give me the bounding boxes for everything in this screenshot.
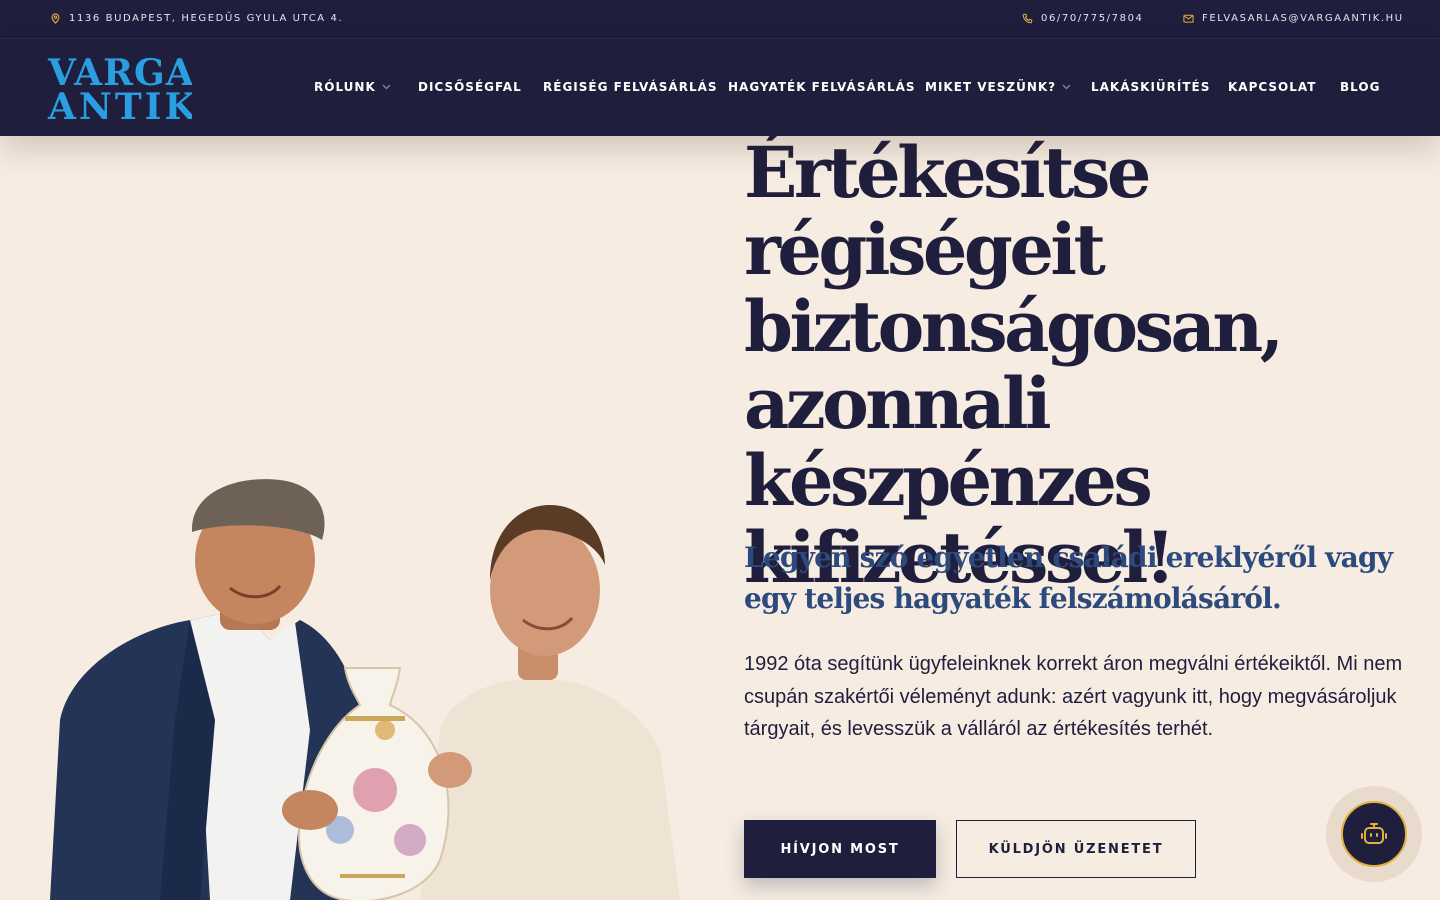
headline-line: régiségeit <box>744 208 1106 291</box>
nav-label[interactable]: RÉGISÉG FELVÁSÁRLÁS <box>543 80 718 94</box>
hero-subheadline: Legyen szó egyetlen családi ereklyéről v… <box>744 541 1393 615</box>
chevron-down-icon <box>382 84 391 90</box>
nav-item-miket-veszunk[interactable]: MIKET VESZÜNK? <box>925 80 1071 94</box>
svg-text:ANTIK: ANTIK <box>47 86 192 122</box>
headline-line: biztonságosan, <box>744 285 1284 368</box>
varga-antik-logo[interactable]: VARGA ANTIK <box>47 54 192 122</box>
nav-item-lakaskiurites[interactable]: LAKÁSKIÜRÍTÉS <box>1091 80 1210 94</box>
chatbot-button[interactable] <box>1341 801 1407 867</box>
chevron-down-icon <box>1062 84 1071 90</box>
nav-item-rolunk[interactable]: RÓLUNK <box>314 80 391 94</box>
top-info-bar: 1136 BUDAPEST, HEGEDŰS GYULA UTCA 4. 06/… <box>0 0 1440 38</box>
hero-headline: Értékesítse régiségeit biztonságosan, az… <box>744 134 1404 596</box>
nav-item-regiseg-felvasarlas[interactable]: RÉGISÉG FELVÁSÁRLÁS <box>543 80 718 94</box>
chatbot-launcher[interactable] <box>1326 786 1422 882</box>
email-text[interactable]: FELVASARLAS@VARGAANTIK.HU <box>1202 13 1404 24</box>
nav-item-blog[interactable]: BLOG <box>1340 80 1380 94</box>
nav-label[interactable]: BLOG <box>1340 80 1380 94</box>
address-text: 1136 BUDAPEST, HEGEDŰS GYULA UTCA 4. <box>69 13 344 24</box>
nav-label[interactable]: RÓLUNK <box>314 80 376 94</box>
headline-line: azonnali készpénzes <box>744 362 1153 522</box>
email-link[interactable]: FELVASARLAS@VARGAANTIK.HU <box>1183 13 1404 24</box>
phone-icon <box>1022 13 1033 24</box>
nav-item-hagyatek-felvasarlas[interactable]: HAGYATÉK FELVÁSÁRLÁS <box>728 80 916 94</box>
nav-label[interactable]: KAPCSOLAT <box>1228 80 1316 94</box>
nav-label[interactable]: LAKÁSKIÜRÍTÉS <box>1091 80 1210 94</box>
main-navbar: VARGA ANTIK RÓLUNK DICSŐSÉGFAL RÉGISÉG F… <box>0 38 1440 136</box>
nav-label[interactable]: DICSŐSÉGFAL <box>418 80 522 94</box>
hero-photo-owners-with-vase <box>50 479 680 900</box>
map-pin-icon <box>51 13 60 24</box>
nav-label[interactable]: MIKET VESZÜNK? <box>925 80 1056 94</box>
send-message-button[interactable]: KÜLDJÖN ÜZENETET <box>956 820 1196 878</box>
nav-item-kapcsolat[interactable]: KAPCSOLAT <box>1228 80 1316 94</box>
mail-icon <box>1183 14 1194 23</box>
nav-label[interactable]: HAGYATÉK FELVÁSÁRLÁS <box>728 80 916 94</box>
hero-body-text: 1992 óta segítünk ügyfeleinknek korrekt … <box>744 653 1403 740</box>
headline-line: Értékesítse <box>744 131 1151 214</box>
phone-text[interactable]: 06/70/775/7804 <box>1041 13 1144 24</box>
phone-link[interactable]: 06/70/775/7804 <box>1022 13 1144 24</box>
address-info: 1136 BUDAPEST, HEGEDŰS GYULA UTCA 4. <box>50 13 343 24</box>
chatbot-icon <box>1361 823 1387 844</box>
call-now-button[interactable]: HÍVJON MOST <box>744 820 936 878</box>
nav-item-dicsosegfal[interactable]: DICSŐSÉGFAL <box>418 80 522 94</box>
